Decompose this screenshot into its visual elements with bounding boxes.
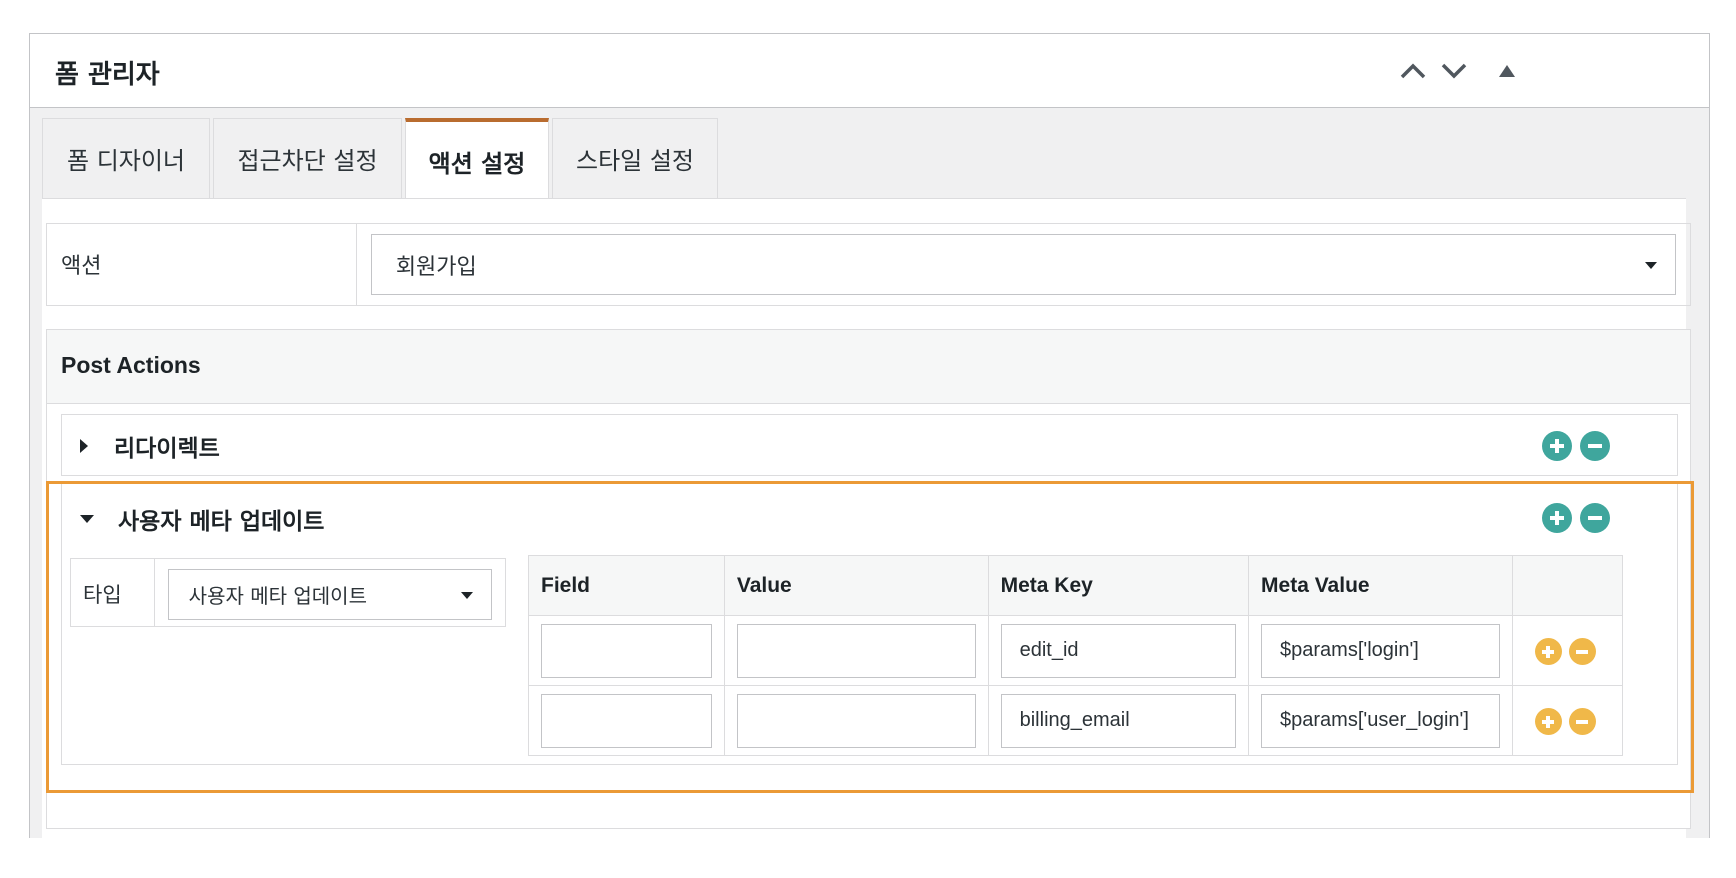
post-actions-title: Post Actions — [47, 330, 1690, 404]
field-input[interactable] — [541, 693, 712, 748]
caret-down-icon — [1645, 261, 1657, 269]
type-label: 타입 — [71, 559, 155, 626]
tab-content: 액션 회원가입 Post Actions 리다이렉트 사용자 메타 업데이트 타… — [42, 198, 1691, 838]
meta-key-input[interactable]: edit_id — [1000, 623, 1237, 678]
remove-row-icon[interactable] — [1568, 638, 1596, 665]
tab-style-settings[interactable]: 스타일 설정 — [552, 118, 718, 198]
column-header-actions — [1511, 555, 1624, 616]
meta-key-input[interactable]: billing_email — [1000, 693, 1237, 748]
triangle-up-icon[interactable] — [1488, 52, 1526, 90]
panel-body: 폼 디자이너 접근차단 설정 액션 설정 스타일 설정 액션 회원가입 Post… — [30, 108, 1709, 838]
type-select[interactable]: 사용자 메타 업데이트 — [167, 569, 492, 620]
table-header-row: Field Value Meta Key Meta Value — [528, 555, 1624, 616]
table-row: billing_email $params['user_login'] — [528, 685, 1624, 756]
form-manager-panel: 폼 관리자 폼 디자이너 접근차단 설정 액션 설정 스타일 설정 액션 회원가… — [29, 33, 1710, 838]
meta-value-input[interactable]: $params['login'] — [1261, 623, 1500, 678]
post-actions-box: Post Actions 리다이렉트 사용자 메타 업데이트 타입 사용자 메타… — [46, 329, 1691, 829]
remove-row-icon[interactable] — [1568, 708, 1596, 735]
column-header: Field — [528, 555, 725, 616]
column-header: Meta Key — [987, 555, 1250, 616]
chevron-down-icon[interactable] — [1435, 52, 1473, 90]
chevron-up-icon[interactable] — [1394, 52, 1432, 90]
accordion-header[interactable]: 리다이렉트 — [62, 415, 1677, 477]
tab-access-block[interactable]: 접근차단 설정 — [213, 118, 402, 198]
panel-header: 폼 관리자 — [30, 34, 1709, 108]
tab-action-settings[interactable]: 액션 설정 — [405, 118, 549, 200]
action-row: 액션 회원가입 — [46, 223, 1691, 306]
panel-title: 폼 관리자 — [55, 60, 160, 90]
type-row: 타입 사용자 메타 업데이트 — [70, 558, 506, 627]
accordion-title: 리다이렉트 — [114, 436, 220, 462]
remove-icon[interactable] — [1580, 503, 1610, 533]
expand-arrow-icon[interactable] — [80, 439, 88, 453]
tab-bar: 폼 디자이너 접근차단 설정 액션 설정 스타일 설정 — [42, 118, 721, 200]
field-input[interactable] — [541, 623, 712, 678]
type-select-value: 사용자 메타 업데이트 — [188, 584, 367, 608]
tab-form-designer[interactable]: 폼 디자이너 — [42, 118, 210, 198]
accordion-user-meta-update: 사용자 메타 업데이트 타입 사용자 메타 업데이트 Field Value M… — [61, 482, 1678, 765]
action-select[interactable]: 회원가입 — [370, 234, 1676, 295]
accordion-title: 사용자 메타 업데이트 — [118, 509, 325, 535]
meta-value-input[interactable]: $params['user_login'] — [1261, 693, 1500, 748]
action-select-value: 회원가입 — [395, 254, 477, 280]
collapse-arrow-icon[interactable] — [80, 515, 94, 523]
add-row-icon[interactable] — [1534, 708, 1562, 735]
table-row: edit_id $params['login'] — [528, 615, 1624, 686]
value-input[interactable] — [736, 693, 976, 748]
value-input[interactable] — [736, 623, 976, 678]
remove-icon[interactable] — [1580, 431, 1610, 461]
add-icon[interactable] — [1542, 503, 1572, 533]
column-header: Meta Value — [1248, 555, 1513, 616]
accordion-redirect: 리다이렉트 — [61, 414, 1678, 476]
column-header: Value — [723, 555, 989, 616]
action-label: 액션 — [47, 224, 357, 305]
add-icon[interactable] — [1542, 431, 1572, 461]
caret-down-icon — [461, 591, 473, 599]
meta-table: Field Value Meta Key Meta Value edit_id … — [528, 555, 1624, 756]
add-row-icon[interactable] — [1534, 638, 1562, 665]
accordion-header[interactable]: 사용자 메타 업데이트 — [62, 483, 1677, 555]
